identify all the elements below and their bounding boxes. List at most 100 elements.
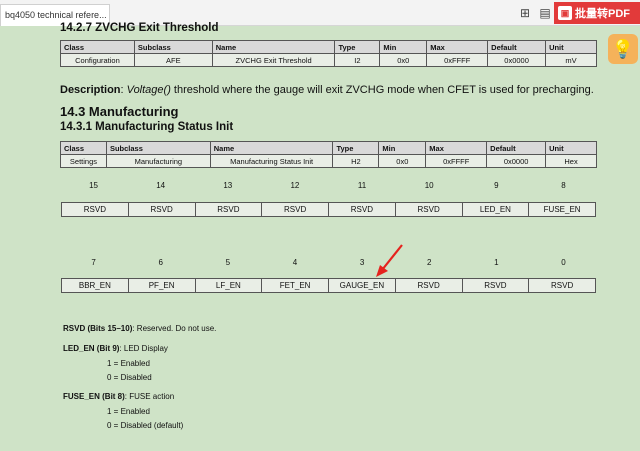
bit-cell: RSVD <box>394 278 463 293</box>
description-text: threshold where the gauge will exit ZVCH… <box>170 84 594 96</box>
table-header: Class <box>60 141 107 155</box>
table-header: Default <box>486 141 547 155</box>
grid-icon[interactable]: ⊞ <box>518 7 532 19</box>
table-cell: AFE <box>133 53 213 67</box>
note-text: : Reserved. Do not use. <box>132 324 217 333</box>
bit-number: 4 <box>292 258 298 267</box>
table-cell: 0x0 <box>379 53 428 67</box>
table-header: Unit <box>545 40 597 54</box>
annotation-arrow-icon <box>376 244 403 277</box>
table-header: Min <box>378 141 427 155</box>
bit-number: 7 <box>91 258 96 267</box>
bit-number: 14 <box>156 181 166 190</box>
note-label: RSVD (Bits 15–10) <box>63 324 133 333</box>
bit-number: 0 <box>561 258 566 267</box>
description-label: Description <box>60 84 121 96</box>
bit-cell: RSVD <box>127 202 196 217</box>
note-text: : LED Display <box>119 344 168 353</box>
bit-number: 6 <box>158 258 163 267</box>
table-header: Class <box>60 40 135 54</box>
table-cell: 0x0 <box>378 154 427 168</box>
table-header: Min <box>379 40 428 54</box>
zvchg-param-table: Class Subclass Name Type Min Max Default… <box>60 40 597 67</box>
bits-low-table: BBR_EN PF_EN LF_EN FET_EN GAUGE_EN RSVD … <box>61 278 596 293</box>
note-label: LED_EN (Bit 9) <box>63 344 120 353</box>
batch-pdf-button[interactable]: ▣ 批量转PDF <box>554 2 640 24</box>
table-cell: mV <box>545 53 597 67</box>
bit-cell: PF_EN <box>127 278 196 293</box>
note-option: 1 = Enabled <box>107 407 150 416</box>
table-cell: 0xFFFF <box>425 154 488 168</box>
table-cell: 0x0000 <box>486 154 547 168</box>
bits-high-table: RSVD RSVD RSVD RSVD RSVD RSVD LED_EN FUS… <box>61 202 596 217</box>
bit-numbers-low: 7 6 5 4 3 2 1 0 <box>60 258 597 267</box>
bit-number: 11 <box>357 181 367 190</box>
table-cell: 0x0000 <box>487 53 547 67</box>
table-header: Type <box>334 40 381 54</box>
table-cell: H2 <box>332 154 380 168</box>
reader-icon[interactable]: ▤ <box>538 7 552 19</box>
section-heading-zvchg: 14.2.7 ZVCHG Exit Threshold <box>60 22 219 34</box>
note-option: 0 = Disabled (default) <box>107 421 184 430</box>
bit-number: 10 <box>424 181 434 190</box>
pdf-icon: ▣ <box>558 6 572 20</box>
batch-pdf-label: 批量转PDF <box>575 8 630 20</box>
bit-cell: RSVD <box>394 202 463 217</box>
bit-cell: RSVD <box>328 202 396 217</box>
bit-number: 9 <box>494 181 499 190</box>
table-header-row: Class Subclass Name Type Min Max Default… <box>60 141 597 155</box>
bit-number: 1 <box>494 258 499 267</box>
table-header: Unit <box>545 141 597 155</box>
lightbulb-icon[interactable]: 💡 <box>608 34 638 64</box>
bit-cell: RSVD <box>461 278 530 293</box>
bit-cell: LF_EN <box>194 278 263 293</box>
zvchg-description: Description: Voltage() threshold where t… <box>60 84 594 96</box>
bit-cell: BBR_EN <box>61 278 129 293</box>
table-cell: Hex <box>545 154 597 168</box>
bit-cell: RSVD <box>194 202 263 217</box>
bit-cell: LED_EN <box>461 202 530 217</box>
table-header-row: Class Subclass Name Type Min Max Default… <box>60 40 597 54</box>
note-option: 0 = Disabled <box>107 373 152 382</box>
table-header: Type <box>332 141 380 155</box>
note-label: FUSE_EN (Bit 8) <box>63 392 125 401</box>
note-option: 1 = Enabled <box>107 359 150 368</box>
section-heading-manufacturing: 14.3 Manufacturing <box>60 104 179 119</box>
table-cell: I2 <box>334 53 381 67</box>
bit-number: 8 <box>561 181 566 190</box>
table-row: BBR_EN PF_EN LF_EN FET_EN GAUGE_EN RSVD … <box>61 278 596 293</box>
note-fuse: FUSE_EN (Bit 8): FUSE action <box>63 390 583 404</box>
bit-cell: FUSE_EN <box>528 202 596 217</box>
note-led: LED_EN (Bit 9): LED Display <box>63 342 583 356</box>
bit-cell: RSVD <box>61 202 129 217</box>
bit-number: 12 <box>290 181 300 190</box>
table-cell: Manufacturing Status Init <box>209 154 334 168</box>
table-row: RSVD RSVD RSVD RSVD RSVD RSVD LED_EN FUS… <box>61 202 596 217</box>
table-header: Default <box>487 40 547 54</box>
subsection-heading-status-init: 14.3.1 Manufacturing Status Init <box>60 121 234 133</box>
table-header: Subclass <box>133 40 213 54</box>
table-cell: ZVCHG Exit Threshold <box>211 53 336 67</box>
bit-cell: RSVD <box>528 278 596 293</box>
note-rsvd: RSVD (Bits 15–10): Reserved. Do not use. <box>63 322 583 336</box>
bit-numbers-high: 15 14 13 12 11 10 9 8 <box>60 181 597 190</box>
bit-number: 5 <box>225 258 231 267</box>
bit-cell: GAUGE_EN <box>328 278 396 293</box>
table-cell: Settings <box>60 154 107 168</box>
table-header: Max <box>425 141 488 155</box>
bit-number: 15 <box>89 181 99 190</box>
table-cell: Configuration <box>60 53 135 67</box>
table-header: Name <box>211 40 336 54</box>
table-row: Configuration AFE ZVCHG Exit Threshold I… <box>60 53 597 67</box>
table-header: Max <box>426 40 489 54</box>
note-text: : FUSE action <box>124 392 175 401</box>
manufacturing-param-table: Class Subclass Name Type Min Max Default… <box>60 141 597 168</box>
bit-number: 13 <box>223 181 233 190</box>
table-header: Subclass <box>105 141 211 155</box>
bit-cell: FET_EN <box>261 278 329 293</box>
table-row: Settings Manufacturing Manufacturing Sta… <box>60 154 597 168</box>
table-header: Name <box>209 141 334 155</box>
description-italic: Voltage() <box>126 84 171 96</box>
bit-cell: RSVD <box>261 202 329 217</box>
table-cell: Manufacturing <box>105 154 211 168</box>
